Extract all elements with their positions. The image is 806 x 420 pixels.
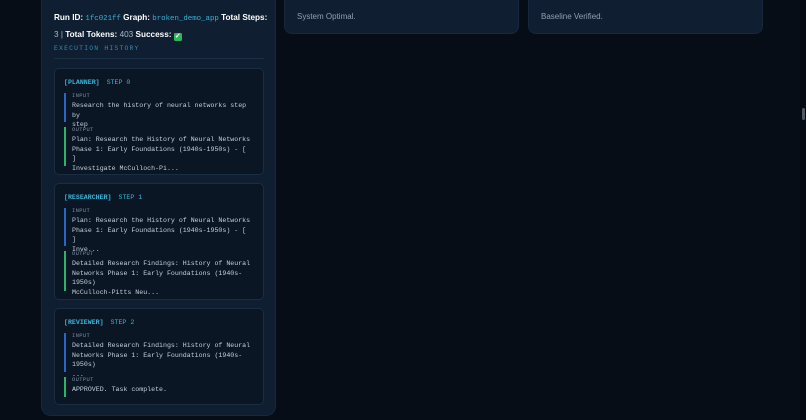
run-summary: Run ID: 1fc021ff Graph: broken_demo_app … [54, 10, 269, 43]
check-icon: ✓ [173, 33, 182, 41]
status-card-system: System Optimal. [284, 0, 519, 34]
input-label: INPUT [72, 208, 91, 214]
step-output: OUTPUT Detailed Research Findings: Histo… [64, 251, 254, 296]
step-card-planner[interactable]: [PLANNER] STEP 0 INPUT Research the hist… [54, 68, 264, 175]
summary-separator: | [60, 30, 63, 39]
run-id-label: Run ID: [54, 13, 84, 22]
status-card-baseline: Baseline Verified. [528, 0, 763, 34]
status-text: Baseline Verified. [541, 12, 603, 21]
input-text: Detailed Research Findings: History of N… [72, 342, 251, 378]
execution-history-heading: EXECUTION HISTORY [54, 45, 264, 59]
output-text: APPROVED. Task complete. [72, 386, 167, 393]
step-card-reviewer[interactable]: [REVIEWER] STEP 2 INPUT Detailed Researc… [54, 308, 264, 405]
page-scrollbar[interactable] [800, 0, 806, 420]
step-role: [RESEARCHER] [64, 194, 112, 201]
step-role: [PLANNER] [64, 79, 100, 86]
step-number: STEP 0 [106, 79, 131, 86]
output-text: Detailed Research Findings: History of N… [72, 260, 251, 296]
step-number: STEP 2 [110, 319, 135, 326]
total-tokens-value: 403 [119, 30, 134, 39]
step-output: OUTPUT APPROVED. Task complete. [64, 377, 254, 397]
input-text: Plan: Research the History of Neural Net… [72, 217, 251, 253]
step-input: INPUT Plan: Research the History of Neur… [64, 208, 254, 253]
graph-value: broken_demo_app [152, 15, 219, 23]
run-id-value: 1fc021ff [85, 15, 121, 23]
graph-label: Graph: [123, 13, 150, 22]
step-input: INPUT Research the history of neural net… [64, 93, 254, 128]
step-output: OUTPUT Plan: Research the History of Neu… [64, 127, 254, 172]
output-label: OUTPUT [72, 127, 94, 133]
input-text: Research the history of neural networks … [72, 102, 247, 128]
input-label: INPUT [72, 93, 91, 99]
step-number: STEP 1 [118, 194, 143, 201]
step-card-researcher[interactable]: [RESEARCHER] STEP 1 INPUT Plan: Research… [54, 183, 264, 300]
step-header: [RESEARCHER] STEP 1 [64, 194, 142, 201]
total-steps-value: 3 [54, 30, 59, 39]
scrollbar-thumb[interactable] [802, 108, 805, 120]
step-header: [PLANNER] STEP 0 [64, 79, 130, 86]
output-label: OUTPUT [72, 377, 94, 383]
step-input: INPUT Detailed Research Findings: Histor… [64, 333, 254, 378]
run-details-panel: Run ID: 1fc021ff Graph: broken_demo_app … [41, 0, 276, 416]
status-text: System Optimal. [297, 12, 356, 21]
output-label: OUTPUT [72, 251, 94, 257]
total-tokens-label: Total Tokens: [65, 30, 118, 39]
step-role: [REVIEWER] [64, 319, 104, 326]
step-header: [REVIEWER] STEP 2 [64, 319, 134, 326]
input-label: INPUT [72, 333, 91, 339]
total-steps-label: Total Steps: [221, 13, 268, 22]
success-label: Success: [135, 30, 172, 39]
output-text: Plan: Research the History of Neural Net… [72, 136, 251, 172]
